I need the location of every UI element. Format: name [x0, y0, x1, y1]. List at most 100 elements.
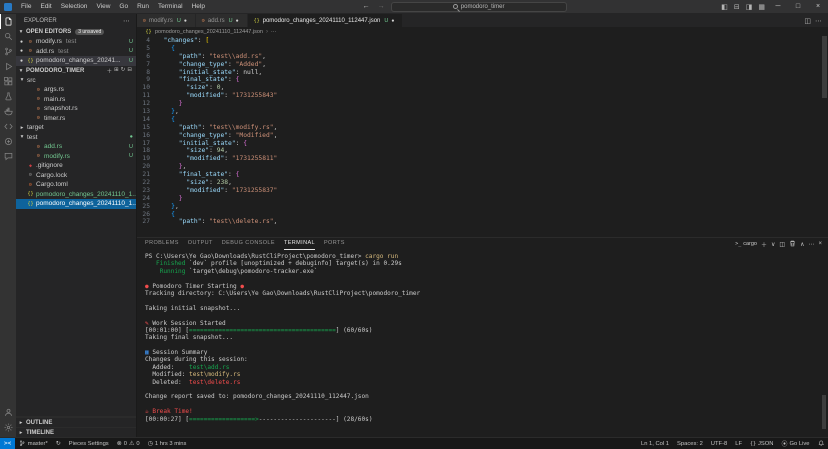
file-item-add.rs[interactable]: ⚙add.rsU	[16, 142, 136, 152]
file-item-modify.rs[interactable]: ⚙modify.rsU	[16, 152, 136, 162]
panel-tab-debug-console[interactable]: DEBUG CONSOLE	[222, 238, 275, 250]
toggle-secondary-sidebar-icon[interactable]: ◨	[743, 3, 756, 11]
new-terminal-icon[interactable]: ＋	[761, 240, 767, 249]
tab-pomodoro_changes_20241110_112447.json[interactable]: {}pomodoro_changes_20241110_112447.jsonU…	[248, 14, 404, 27]
menu-edit[interactable]: Edit	[36, 3, 55, 10]
source-control-icon[interactable]	[0, 44, 16, 59]
terminal-dropdown-icon[interactable]: ∨	[771, 241, 775, 248]
open-editors-header[interactable]: ▾ OPEN EDITORS 3 unsaved	[16, 27, 136, 37]
menu-terminal[interactable]: Terminal	[154, 3, 187, 10]
menu-run[interactable]: Run	[133, 3, 153, 10]
section-outline[interactable]: ▸OUTLINE	[16, 417, 136, 427]
panel-tab-problems[interactable]: PROBLEMS	[145, 238, 179, 250]
search-icon[interactable]	[0, 29, 16, 44]
open-editor-item[interactable]: ●⚙modify.rstestU	[16, 37, 136, 47]
file-item-cargo.toml[interactable]: ⚙Cargo.toml	[16, 180, 136, 190]
split-terminal-icon[interactable]: ◫	[779, 241, 785, 248]
terminal-text: Running	[160, 268, 186, 275]
menu-go[interactable]: Go	[115, 3, 132, 10]
terminal-text	[145, 260, 156, 267]
testing-icon[interactable]	[0, 89, 16, 104]
terminal-scrollbar[interactable]	[822, 395, 826, 429]
settings-icon[interactable]	[0, 420, 16, 435]
maximize-window-button[interactable]: □	[788, 0, 808, 14]
file-item-main.rs[interactable]: ⚙main.rs	[16, 95, 136, 105]
file-item-pomodoro-changes-20241110-1...[interactable]: {}pomodoro_changes_20241110_1...U	[16, 190, 136, 200]
nav-forward-icon[interactable]: →	[376, 3, 387, 10]
remote-explorer-icon[interactable]	[0, 119, 16, 134]
status-pieces-settings[interactable]: Pieces Settings	[65, 438, 113, 449]
status-encoding[interactable]: UTF-8	[707, 438, 731, 449]
account-icon[interactable]	[0, 405, 16, 420]
status-eol[interactable]: LF	[731, 438, 746, 449]
terminal-output[interactable]: PS C:\Users\Ye Gao\Downloads\RustCliProj…	[137, 250, 828, 437]
status-git-branch[interactable]: master*	[15, 438, 51, 449]
status-time-tracker[interactable]: ◷1 hrs 3 mins	[144, 438, 191, 449]
command-center-search[interactable]: pomodoro_timer	[391, 2, 567, 12]
more-editor-actions-icon[interactable]: ⋯	[815, 17, 822, 25]
project-section-header[interactable]: ▾ POMODORO_TIMER ＋⊞↻⊟	[16, 66, 136, 76]
status-problems[interactable]: ⊗0⚠0	[113, 438, 144, 449]
status-notifications[interactable]	[814, 438, 828, 449]
close-panel-icon[interactable]: ×	[818, 241, 822, 247]
open-editor-item[interactable]: ●{}pomodoro_changes_20241...U	[16, 56, 136, 66]
status-go-live[interactable]: ⦿Go Live	[778, 438, 814, 449]
toggle-panel-icon[interactable]: ⊟	[731, 3, 743, 11]
terminal-text: Added:	[145, 364, 189, 371]
open-editor-item[interactable]: ●⚙add.rstestU	[16, 47, 136, 57]
refresh-explorer-icon[interactable]: ↻	[121, 67, 126, 75]
collapse-folders-icon[interactable]: ⊟	[127, 67, 132, 75]
docker-icon[interactable]	[0, 104, 16, 119]
status-sync[interactable]: ↻	[52, 438, 65, 449]
panel-tab-ports[interactable]: PORTS	[324, 238, 345, 250]
maximize-panel-icon[interactable]: ∧	[800, 241, 804, 248]
editor-scrollbar[interactable]	[822, 36, 827, 98]
file-item-args.rs[interactable]: ⚙args.rs	[16, 85, 136, 95]
close-window-button[interactable]: ×	[808, 0, 828, 14]
menu-help[interactable]: Help	[188, 3, 209, 10]
folder-item-test[interactable]: ▾test●	[16, 133, 136, 143]
dirty-indicator[interactable]: ●	[236, 18, 241, 24]
nav-back-icon[interactable]: ←	[361, 3, 372, 10]
run-debug-icon[interactable]	[0, 59, 16, 74]
tab-modify.rs[interactable]: ⚙modify.rsU●	[137, 14, 196, 27]
file-item-cargo.lock[interactable]: ⚙Cargo.lock	[16, 171, 136, 181]
dirty-indicator[interactable]: ●	[184, 18, 189, 24]
explorer-icon[interactable]	[0, 14, 16, 29]
customize-layout-icon[interactable]: ▦	[755, 3, 768, 11]
line-number: 25	[137, 203, 156, 211]
split-editor-icon[interactable]: ◫	[804, 17, 811, 25]
extensions-icon[interactable]	[0, 74, 16, 89]
file-item-snapshot.rs[interactable]: ⚙snapshot.rs	[16, 104, 136, 114]
terminal-profile[interactable]: >_ cargo	[735, 241, 757, 247]
panel-tab-output[interactable]: OUTPUT	[188, 238, 213, 250]
folder-item-target[interactable]: ▸target	[16, 123, 136, 133]
minimize-window-button[interactable]: ─	[768, 0, 788, 14]
rust-file-icon: ⚙	[27, 39, 34, 45]
status-language-mode[interactable]: {}JSON	[746, 438, 778, 449]
tab-add.rs[interactable]: ⚙add.rsU●	[196, 14, 248, 27]
chat-icon[interactable]	[0, 149, 16, 164]
menu-selection[interactable]: Selection	[57, 3, 92, 10]
file-item-.gitignore[interactable]: ◆.gitignore	[16, 161, 136, 171]
file-item-pomodoro-changes-20241110-1...[interactable]: {}pomodoro_changes_20241110_1...U	[16, 199, 136, 209]
new-file-icon[interactable]: ＋	[107, 67, 113, 75]
folder-item-src[interactable]: ▾src	[16, 76, 136, 86]
status-remote[interactable]: ><	[0, 438, 15, 449]
code-editor[interactable]: 4 "changes": [5 {6 "path": "test\\add.rs…	[137, 36, 828, 237]
status-cursor-position[interactable]: Ln 1, Col 1	[637, 438, 673, 449]
file-item-timer.rs[interactable]: ⚙timer.rs	[16, 114, 136, 124]
kill-terminal-icon[interactable]	[789, 240, 796, 249]
pieces-icon[interactable]	[0, 134, 16, 149]
section-timeline[interactable]: ▸TIMELINE	[16, 427, 136, 437]
new-folder-icon[interactable]: ⊞	[114, 67, 119, 75]
dirty-indicator[interactable]: ●	[391, 18, 396, 24]
panel-tab-terminal[interactable]: TERMINAL	[284, 238, 315, 250]
more-actions-icon[interactable]: ⋯	[808, 241, 814, 248]
views-more-icon[interactable]: ⋯	[123, 17, 130, 25]
breadcrumb[interactable]: {} pomodoro_changes_20241110_112447.json…	[137, 27, 828, 36]
toggle-sidebar-icon[interactable]: ◧	[718, 3, 731, 11]
menu-file[interactable]: File	[17, 3, 35, 10]
menu-view[interactable]: View	[92, 3, 114, 10]
status-indentation[interactable]: Spaces: 2	[673, 438, 707, 449]
